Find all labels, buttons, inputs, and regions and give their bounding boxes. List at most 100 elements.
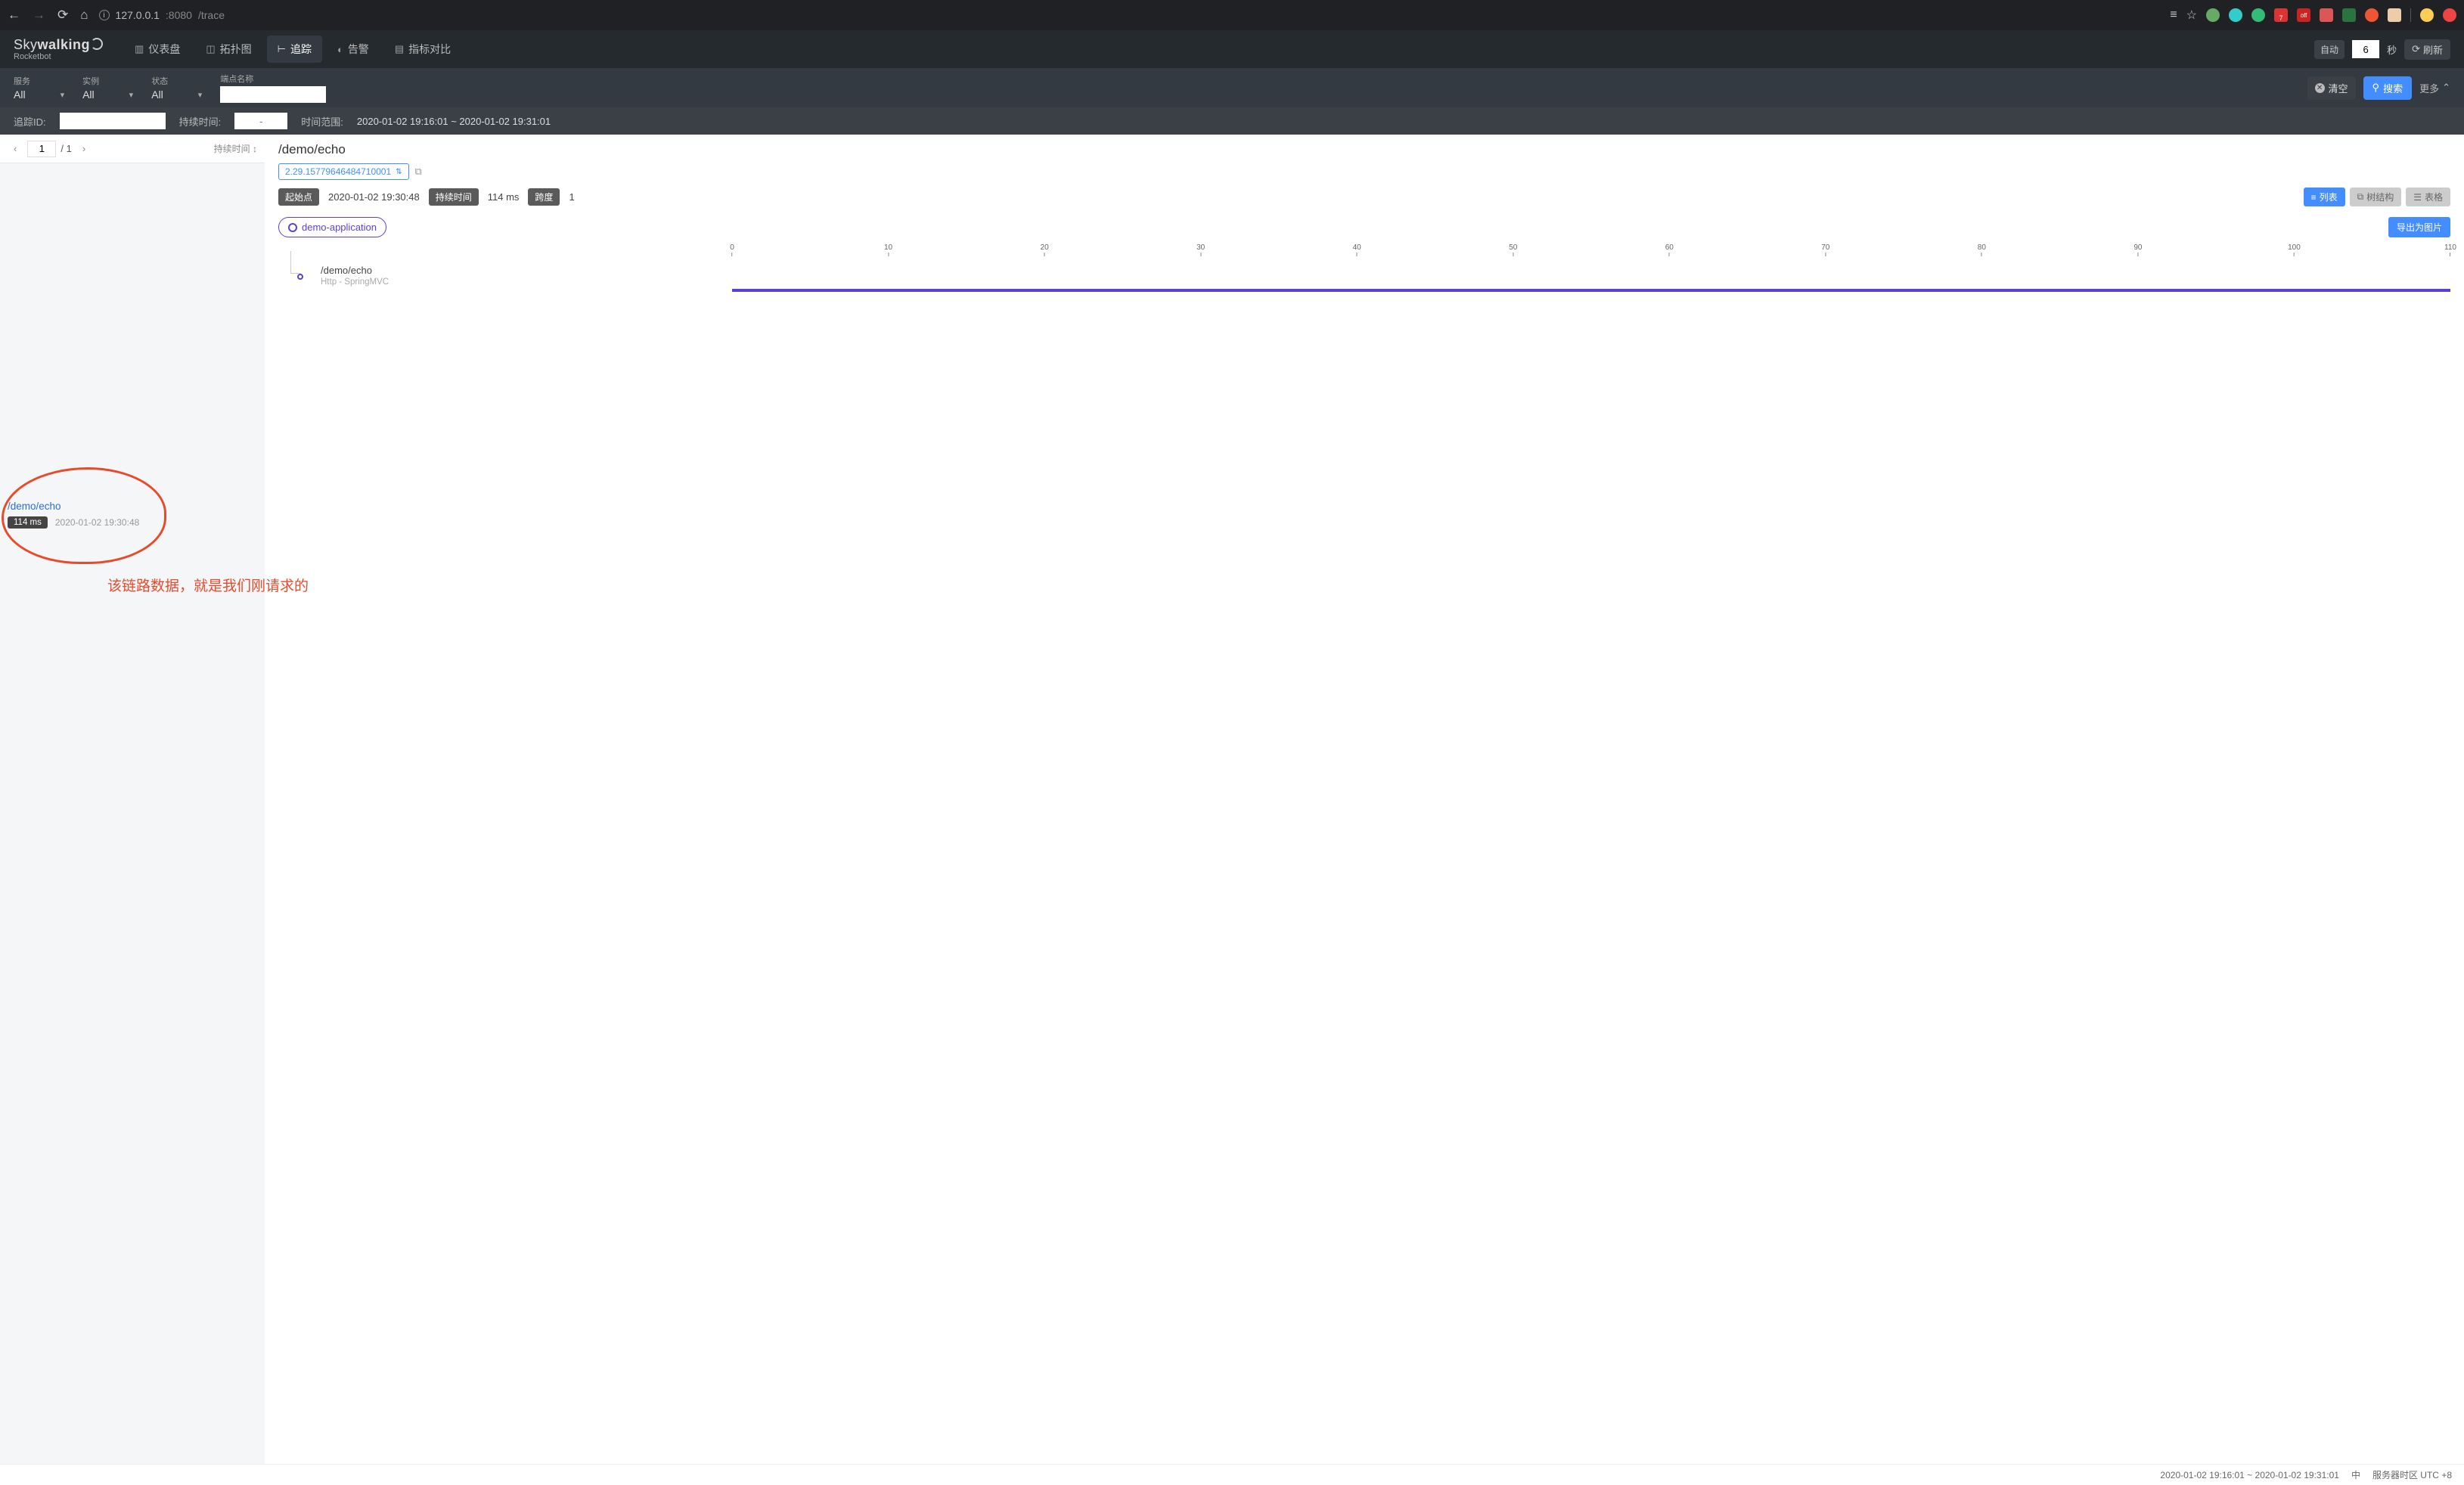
clear-button[interactable]: ✕ 清空 bbox=[2307, 76, 2356, 100]
ext-icon-3[interactable] bbox=[2251, 8, 2265, 22]
alarm-icon: ◐ bbox=[337, 44, 343, 55]
clear-icon: ✕ bbox=[2315, 83, 2325, 93]
trace-id-value: 2.29.15779646484710001 bbox=[285, 166, 391, 177]
auto-toggle[interactable]: 自动 bbox=[2314, 40, 2345, 59]
ext-icon-9[interactable] bbox=[2388, 8, 2401, 22]
span-row[interactable]: /demo/echo Http - SpringMVC bbox=[278, 260, 2450, 302]
nav-dashboard[interactable]: ▥仪表盘 bbox=[124, 36, 191, 63]
view-table-button[interactable]: ☰表格 bbox=[2406, 188, 2450, 206]
profile-avatar-icon[interactable] bbox=[2420, 8, 2434, 22]
filter-state[interactable]: 状态 All▾ bbox=[151, 75, 202, 101]
spans-badge: 跨度 bbox=[528, 188, 560, 206]
page-prev-button[interactable]: ‹ bbox=[8, 141, 23, 156]
ext-icon-5[interactable]: off bbox=[2297, 8, 2310, 22]
auto-interval-input[interactable] bbox=[2352, 40, 2379, 58]
nav-alarm[interactable]: ◐告警 bbox=[327, 36, 380, 63]
ext-icon-2[interactable] bbox=[2229, 8, 2242, 22]
page-current-input[interactable] bbox=[27, 141, 56, 157]
back-icon[interactable]: ← bbox=[8, 8, 20, 23]
browser-nav-icons: ← → ⟳ ⌂ bbox=[8, 8, 88, 23]
span-name: /demo/echo bbox=[321, 265, 389, 276]
export-image-button[interactable]: 导出为图片 bbox=[2388, 217, 2450, 237]
footer-lang-toggle[interactable]: 中 bbox=[2351, 1468, 2360, 1481]
info-icon: i bbox=[99, 10, 110, 20]
trace-id-selector[interactable]: 2.29.15779646484710001 ⇅ bbox=[278, 163, 409, 180]
sort-toggle[interactable]: 持续时间 ↕ bbox=[214, 142, 257, 155]
search-icon: ⚲ bbox=[2372, 82, 2380, 94]
nav-topology[interactable]: ◫拓扑图 bbox=[195, 36, 262, 63]
ruler-tick: 50 bbox=[1509, 243, 1517, 256]
footer-time-range[interactable]: 2020-01-02 19:16:01 ~ 2020-01-02 19:31:0… bbox=[2160, 1470, 2339, 1480]
url-host: 127.0.0.1 bbox=[116, 9, 160, 21]
header-right: 自动 秒 ⟳刷新 bbox=[2314, 39, 2450, 60]
span-bullet-icon bbox=[297, 274, 303, 280]
filter-service-label: 服务 bbox=[14, 75, 64, 87]
nav-metrics[interactable]: ▤指标对比 bbox=[384, 36, 461, 63]
span-tech: Http - SpringMVC bbox=[321, 277, 389, 287]
more-toggle[interactable]: 更多⌃ bbox=[2419, 81, 2450, 95]
nav-metrics-label: 指标对比 bbox=[408, 42, 451, 57]
reload-icon[interactable]: ⟳ bbox=[57, 8, 68, 23]
logo-text-b: walking bbox=[38, 37, 91, 52]
filter-service[interactable]: 服务 All▾ bbox=[14, 75, 64, 101]
ext-icon-7[interactable] bbox=[2342, 8, 2356, 22]
filter-endpoint-input[interactable] bbox=[220, 86, 326, 103]
app-logo: Skywalking Rocketbot bbox=[14, 38, 103, 61]
view-tree-button[interactable]: ⧉树结构 bbox=[2350, 188, 2402, 206]
view-list-button[interactable]: ≡列表 bbox=[2304, 188, 2345, 206]
page-next-button[interactable]: › bbox=[76, 141, 92, 156]
ext-icon-10[interactable] bbox=[2443, 8, 2456, 22]
ext-icon-4[interactable]: 7 bbox=[2274, 8, 2288, 22]
nav-trace-label: 追踪 bbox=[290, 42, 312, 57]
seconds-label: 秒 bbox=[2387, 42, 2397, 57]
ext-icon-8[interactable] bbox=[2365, 8, 2379, 22]
footer-tz[interactable]: 服务器时区 UTC +8 bbox=[2372, 1468, 2452, 1481]
url-port: :8080 bbox=[166, 9, 192, 21]
refresh-button[interactable]: ⟳刷新 bbox=[2404, 39, 2450, 60]
browser-chrome: ← → ⟳ ⌂ i 127.0.0.1:8080/trace ≡ ☆ 7 off bbox=[0, 0, 2464, 30]
nav-trace[interactable]: ⊢追踪 bbox=[267, 36, 322, 63]
app-header: Skywalking Rocketbot ▥仪表盘 ◫拓扑图 ⊢追踪 ◐告警 ▤… bbox=[0, 30, 2464, 68]
footer-tz-value: +8 bbox=[2441, 1470, 2452, 1480]
ext-icon-6[interactable] bbox=[2320, 8, 2333, 22]
divider bbox=[2410, 8, 2411, 22]
clear-label: 清空 bbox=[2329, 81, 2348, 95]
chevron-updown-icon: ⇅ bbox=[396, 168, 402, 176]
ruler-tick: 20 bbox=[1041, 243, 1049, 256]
menu-lines-icon[interactable]: ≡ bbox=[2170, 8, 2177, 22]
copy-icon[interactable]: ⧉ bbox=[415, 166, 422, 178]
search-button[interactable]: ⚲搜索 bbox=[2363, 76, 2413, 100]
duration-value: 114 ms bbox=[488, 191, 520, 203]
filter-bar-2: 追踪ID: 持续时间: 时间范围: 2020-01-02 19:16:01 ~ … bbox=[0, 107, 2464, 135]
dashboard-icon: ▥ bbox=[135, 43, 144, 55]
duration-label: 持续时间: bbox=[179, 114, 222, 129]
filter-endpoint-label: 端点名称 bbox=[220, 73, 326, 85]
page-total: / 1 bbox=[61, 143, 71, 154]
ext-icon-1[interactable] bbox=[2206, 8, 2220, 22]
left-pagination: ‹ / 1 › 持续时间 ↕ bbox=[0, 135, 265, 163]
duration-badge: 持续时间 bbox=[429, 188, 479, 206]
forward-icon[interactable]: → bbox=[33, 8, 45, 23]
nav-topology-label: 拓扑图 bbox=[220, 42, 252, 57]
home-icon[interactable]: ⌂ bbox=[80, 8, 88, 23]
star-icon[interactable]: ☆ bbox=[2186, 8, 2197, 23]
trace-list-item[interactable]: /demo/echo 114 ms 2020-01-02 19:30:48 bbox=[8, 501, 139, 529]
footer: 2020-01-02 19:16:01 ~ 2020-01-02 19:31:0… bbox=[0, 1464, 2464, 1485]
app-chip-label: demo-application bbox=[302, 222, 377, 233]
span-bar-area bbox=[732, 274, 2450, 278]
view-tree-label: 树结构 bbox=[2366, 191, 2394, 203]
trace-id-input[interactable] bbox=[60, 113, 166, 129]
refresh-icon: ⟳ bbox=[2412, 43, 2420, 55]
main-area: ‹ / 1 › 持续时间 ↕ /demo/echo 114 ms 2020-01… bbox=[0, 135, 2464, 1464]
address-bar[interactable]: i 127.0.0.1:8080/trace bbox=[99, 9, 225, 21]
app-chip[interactable]: demo-application bbox=[278, 217, 386, 237]
trace-item-time: 2020-01-02 19:30:48 bbox=[55, 517, 139, 528]
filter-endpoint: 端点名称 bbox=[220, 73, 326, 103]
duration-input[interactable] bbox=[234, 113, 287, 129]
app-nav: ▥仪表盘 ◫拓扑图 ⊢追踪 ◐告警 ▤指标对比 bbox=[124, 36, 461, 63]
right-pane: /demo/echo 2.29.15779646484710001 ⇅ ⧉ 起始… bbox=[265, 135, 2464, 1464]
logo-swirl-icon bbox=[91, 38, 103, 50]
browser-extensions: ≡ ☆ 7 off bbox=[2170, 8, 2456, 23]
filter-instance[interactable]: 实例 All▾ bbox=[82, 75, 133, 101]
spans-value: 1 bbox=[569, 191, 574, 203]
